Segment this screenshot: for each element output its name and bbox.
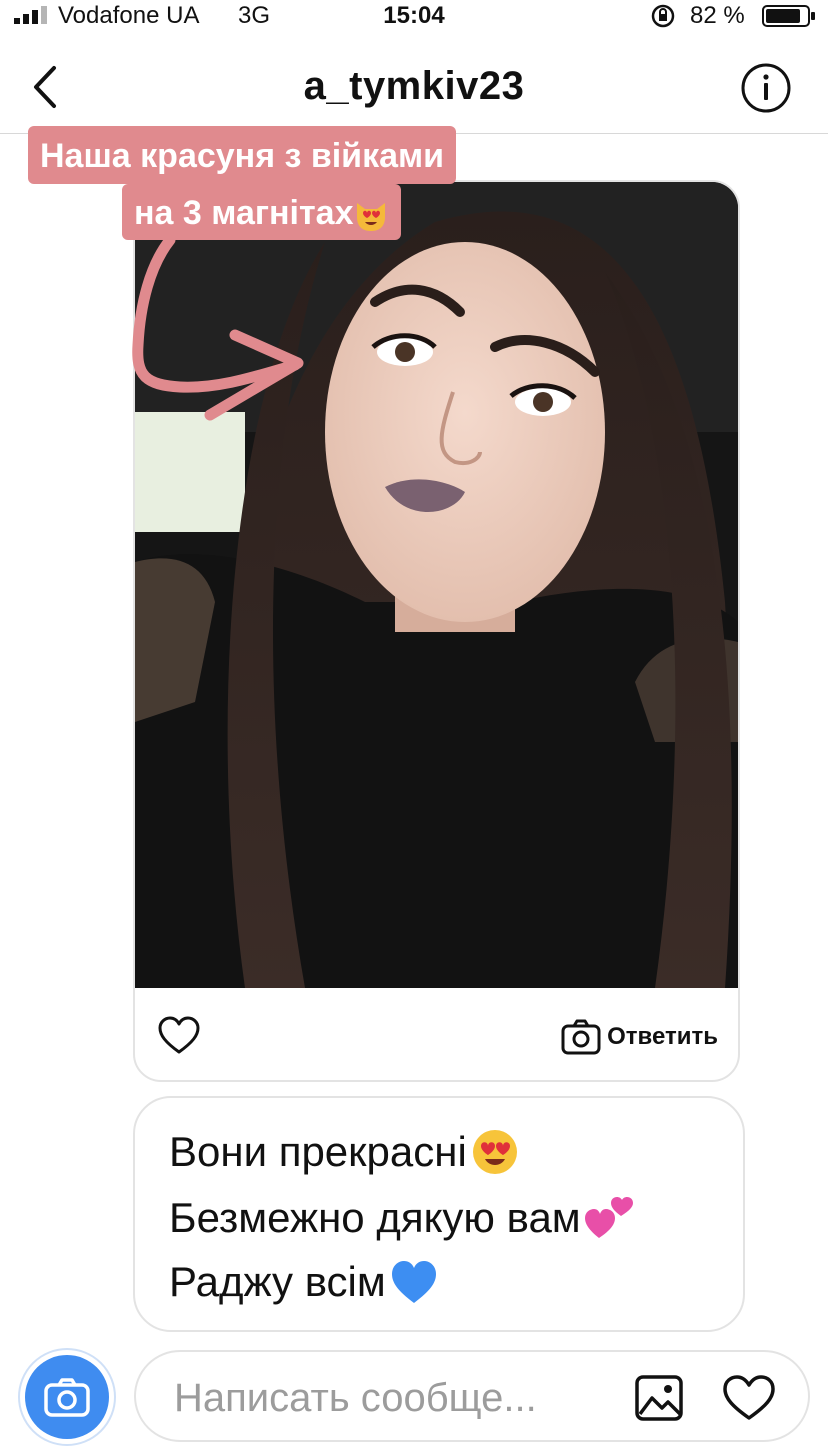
camera-button-fill	[25, 1355, 109, 1439]
camera-button[interactable]	[18, 1348, 116, 1446]
orientation-lock-icon	[651, 4, 675, 28]
message-line-1: Вони прекрасні	[169, 1128, 519, 1176]
gallery-icon[interactable]	[634, 1374, 684, 1422]
battery-percent: 82 %	[690, 2, 745, 29]
heart-icon[interactable]	[157, 1016, 201, 1056]
heart-eyes-emoji-icon	[472, 1130, 517, 1174]
two-hearts-emoji-icon	[584, 1197, 633, 1238]
camera-outline-icon	[561, 1019, 601, 1055]
message-line-3: Раджу всім	[169, 1258, 438, 1306]
blue-heart-emoji-icon	[391, 1261, 436, 1303]
story-card-footer: Ответить	[135, 988, 738, 1080]
battery-icon	[762, 5, 815, 27]
camera-icon	[44, 1378, 90, 1417]
message-bubble[interactable]: Вони прекрасні Безмежно дякую вам Раджу …	[133, 1096, 745, 1332]
drawn-arrow-icon	[132, 234, 304, 421]
status-bar: Vodafone UA 3G 15:04 82 %	[0, 0, 828, 34]
heart-like-icon[interactable]	[722, 1374, 776, 1422]
reply-button[interactable]: Ответить	[561, 1018, 718, 1056]
message-input[interactable]	[174, 1374, 604, 1422]
info-icon[interactable]	[740, 62, 792, 114]
caption-line-1: Наша красуня з війками	[28, 126, 457, 184]
message-composer	[134, 1350, 810, 1442]
conversation-title[interactable]: a_tymkiv23	[0, 64, 828, 109]
reply-label: Ответить	[607, 1023, 718, 1050]
message-line-2: Безмежно дякую вам	[169, 1194, 635, 1242]
chat-header: a_tymkiv23	[0, 34, 828, 134]
